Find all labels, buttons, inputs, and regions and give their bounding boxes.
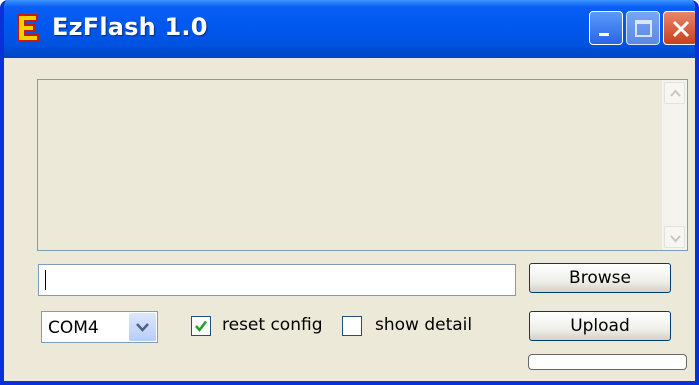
close-icon — [672, 20, 690, 38]
show-detail-label[interactable]: show detail — [375, 315, 472, 335]
show-detail-checkbox[interactable] — [342, 316, 362, 336]
chevron-down-icon — [670, 235, 681, 243]
minimize-icon — [599, 33, 609, 36]
upload-button[interactable]: Upload — [529, 311, 671, 341]
text-caret — [45, 270, 46, 290]
window-title: EzFlash 1.0 — [52, 13, 208, 41]
reset-config-checkbox[interactable] — [191, 316, 211, 336]
port-select-value: COM4 — [48, 318, 99, 338]
chevron-down-icon — [136, 323, 149, 332]
close-button[interactable] — [663, 11, 695, 45]
log-scrollbar[interactable] — [661, 80, 687, 250]
scroll-up-button[interactable] — [664, 82, 685, 104]
port-dropdown-button[interactable] — [129, 313, 156, 341]
title-bar[interactable]: EzFlash 1.0 — [4, 0, 695, 58]
browse-button[interactable]: Browse — [529, 263, 671, 293]
port-select[interactable]: COM4 — [41, 311, 158, 343]
minimize-button[interactable] — [589, 11, 623, 45]
maximize-button[interactable] — [626, 11, 660, 45]
app-window: EzFlash 1.0 Browse COM4 reset config sho… — [0, 0, 699, 385]
upload-progress-bar — [528, 354, 687, 370]
log-output[interactable] — [37, 79, 688, 251]
checkmark-icon — [195, 320, 207, 332]
file-path-input[interactable] — [38, 264, 516, 296]
ezflash-e-icon — [16, 13, 40, 43]
maximize-icon — [635, 20, 652, 37]
chevron-up-icon — [670, 89, 681, 97]
scroll-down-button[interactable] — [664, 226, 685, 248]
reset-config-label[interactable]: reset config — [222, 315, 322, 335]
